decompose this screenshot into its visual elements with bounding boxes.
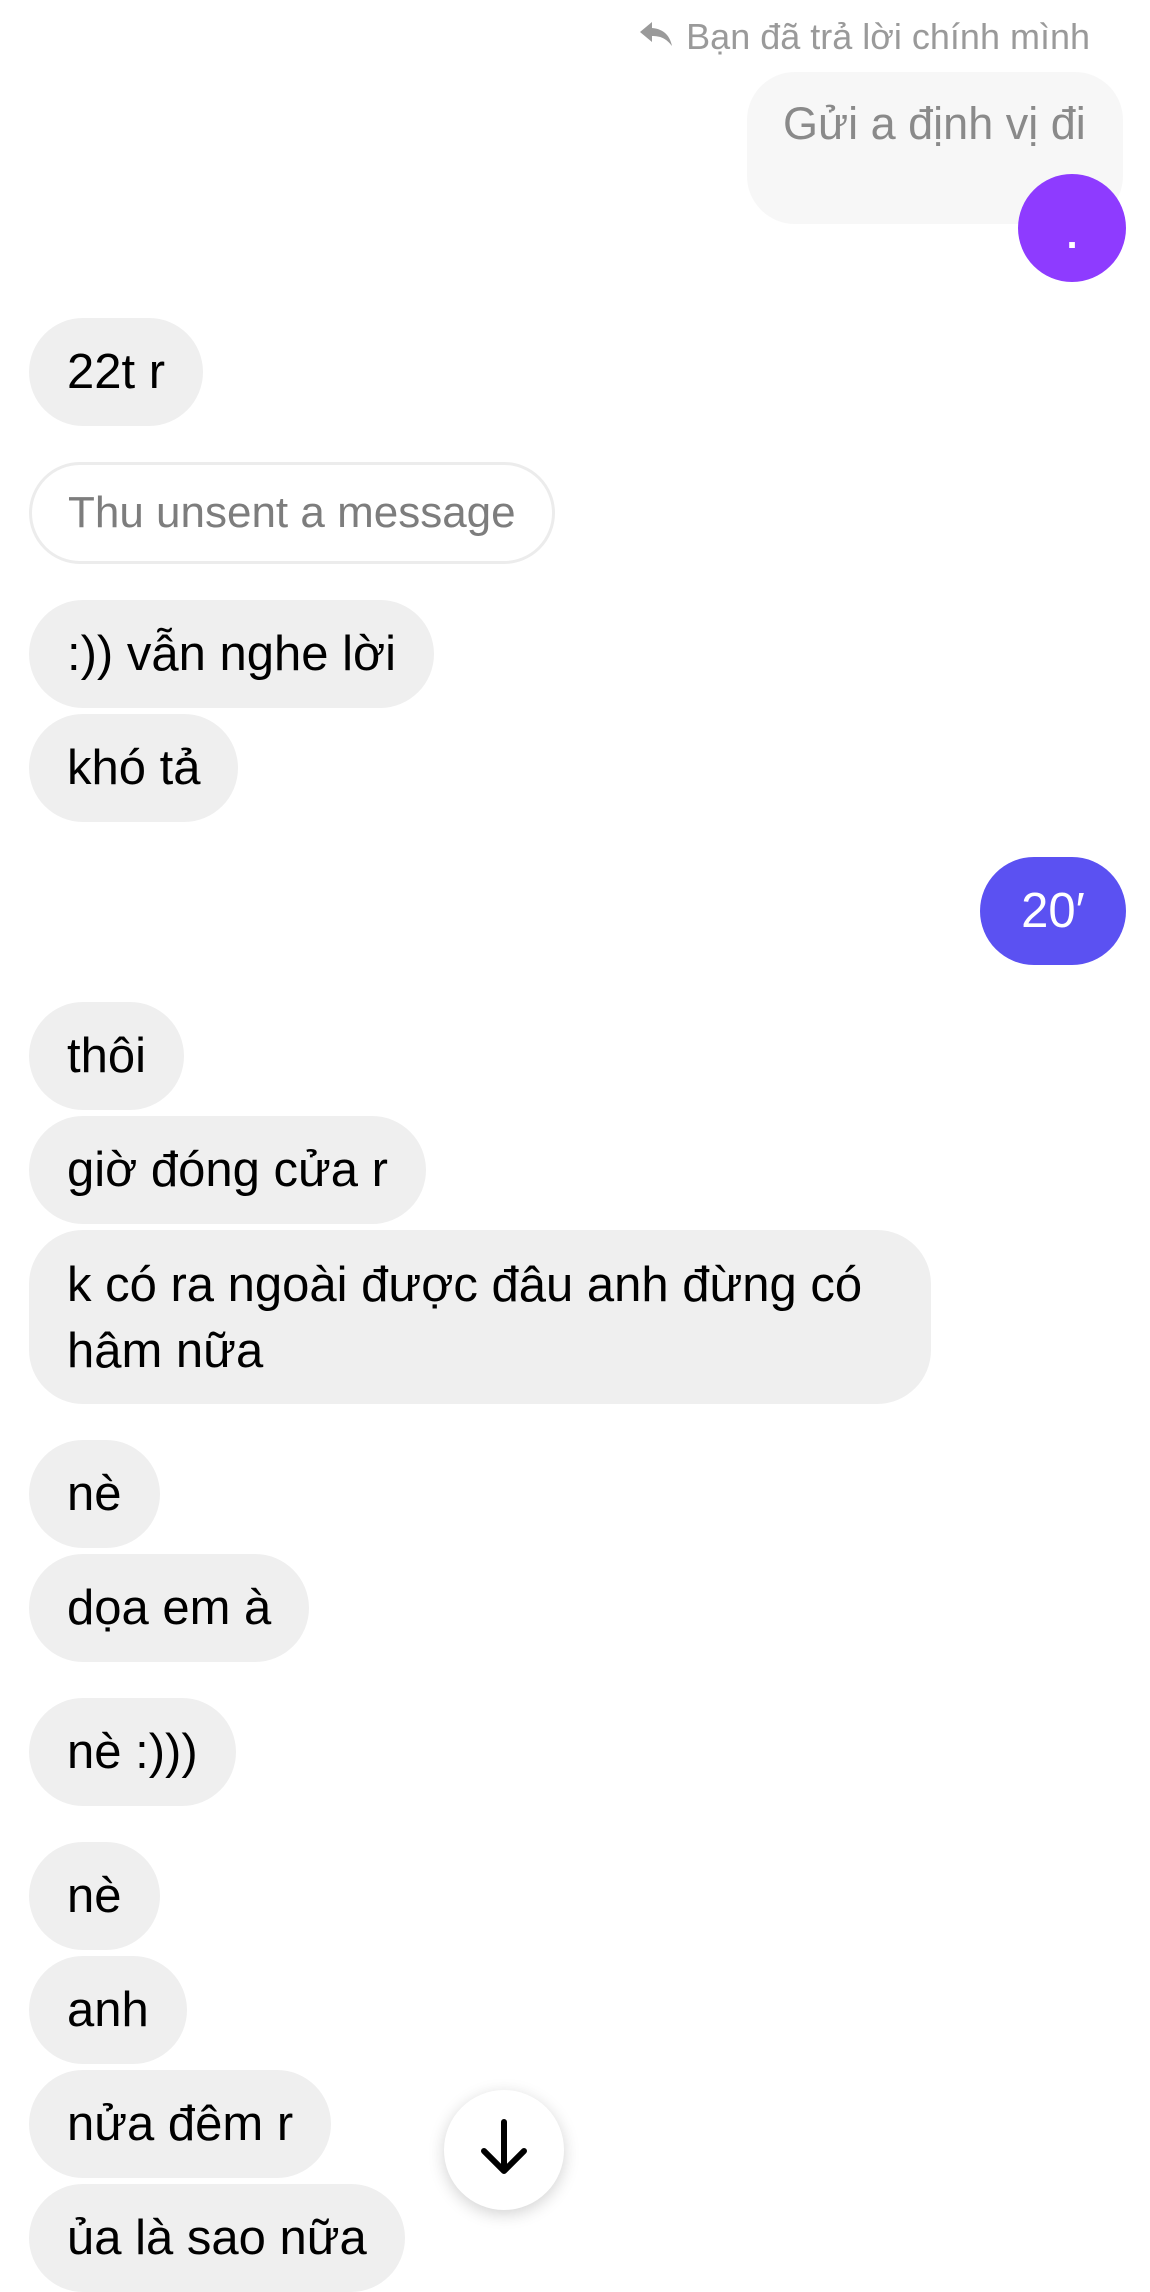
received-message-bubble[interactable]: nè :))) xyxy=(29,1698,236,1806)
message-text: 20′ xyxy=(1021,884,1085,938)
received-message-bubble[interactable]: nè xyxy=(29,1842,160,1950)
received-message-bubble[interactable]: giờ đóng cửa r xyxy=(29,1116,426,1224)
reply-context-note: Bạn đã trả lời chính mình xyxy=(638,14,1090,60)
received-message-bubble[interactable]: nửa đêm r xyxy=(29,2070,332,2178)
quoted-message-text: Gửi a định vị đi xyxy=(783,98,1086,149)
received-message-bubble[interactable]: ủa là sao nữa xyxy=(29,2184,405,2292)
message-text: nè xyxy=(67,1467,122,1521)
message-text: nè :))) xyxy=(67,1725,198,1779)
sent-reply-bubble[interactable]: . xyxy=(1018,174,1126,282)
arrow-down-icon xyxy=(477,2118,531,2183)
received-message-bubble[interactable]: 22t r xyxy=(29,318,204,426)
message-text: k có ra ngoài được đâu anh đừng có hâm n… xyxy=(67,1258,863,1378)
sent-reply-text: . xyxy=(1066,212,1078,257)
message-text: nửa đêm r xyxy=(67,2097,294,2151)
received-message-bubble[interactable]: k có ra ngoài được đâu anh đừng có hâm n… xyxy=(29,1230,931,1404)
reply-note-text: Bạn đã trả lời chính mình xyxy=(686,16,1090,57)
message-text: giờ đóng cửa r xyxy=(67,1143,388,1197)
scroll-to-bottom-button[interactable] xyxy=(444,2090,564,2210)
message-text: dọa em à xyxy=(67,1581,272,1635)
unsent-message-notice: Thu unsent a message xyxy=(29,462,555,564)
received-message-bubble[interactable]: khó tả xyxy=(29,714,239,822)
received-message-bubble[interactable]: anh xyxy=(29,1956,187,2064)
message-text: ủa là sao nữa xyxy=(67,2211,367,2265)
received-message-bubble[interactable]: dọa em à xyxy=(29,1554,310,1662)
reply-arrow-icon xyxy=(638,16,674,58)
sent-message-bubble[interactable]: 20′ xyxy=(980,857,1126,965)
message-text: khó tả xyxy=(67,741,201,795)
message-text: :)) vẫn nghe lời xyxy=(67,627,397,681)
message-text: thôi xyxy=(67,1029,147,1083)
received-message-bubble[interactable]: nè xyxy=(29,1440,160,1548)
message-text: anh xyxy=(67,1983,149,2037)
message-text: nè xyxy=(67,1869,122,1923)
message-text: 22t r xyxy=(67,345,166,399)
unsent-notice-text: Thu unsent a message xyxy=(68,488,516,537)
received-message-bubble[interactable]: thôi xyxy=(29,1002,185,1110)
received-message-bubble[interactable]: :)) vẫn nghe lời xyxy=(29,600,435,708)
